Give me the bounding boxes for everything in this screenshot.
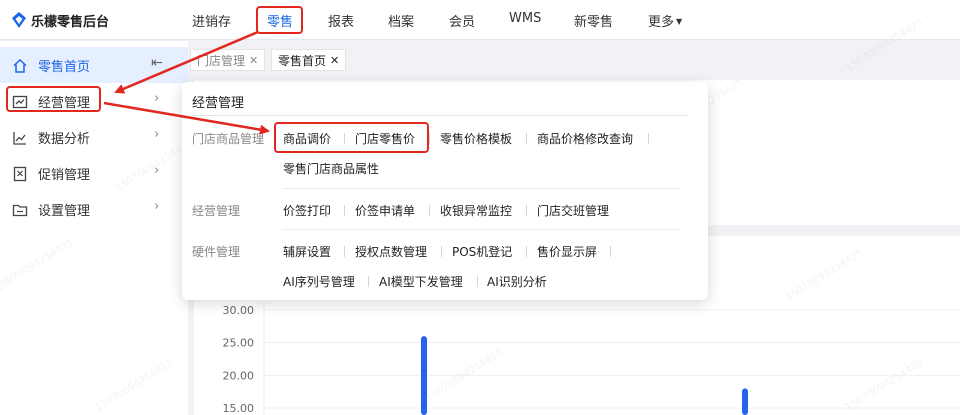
annotation-arrows bbox=[103, 30, 270, 135]
annotation-arrow bbox=[114, 30, 259, 94]
annotation-arrow bbox=[103, 101, 270, 135]
